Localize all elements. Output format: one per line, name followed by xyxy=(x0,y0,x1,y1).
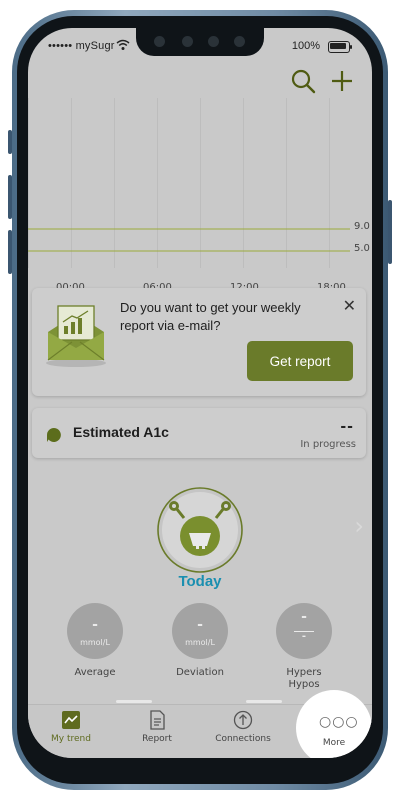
weekly-report-card: Do you want to get your weekly report vi… xyxy=(32,288,366,396)
tab-label: Connections xyxy=(215,734,271,744)
a1c-status: In progress xyxy=(300,439,356,450)
report-icon xyxy=(150,710,165,730)
stat-hypos-value: - xyxy=(301,631,307,642)
carrier-label: •••••• mySugr xyxy=(48,40,115,52)
mysugr-monster-icon[interactable] xyxy=(156,486,244,574)
get-report-button[interactable]: Get report xyxy=(247,341,353,381)
stat-hypers-value: - xyxy=(301,609,307,625)
reference-label-low: 5.0 xyxy=(354,243,370,254)
close-icon[interactable]: ✕ xyxy=(343,296,356,315)
tab-label: My trend xyxy=(51,734,91,744)
camera-dot xyxy=(182,36,193,47)
tab-my-trend[interactable]: My trend xyxy=(28,705,114,758)
a1c-title: Estimated A1c xyxy=(73,424,169,440)
trend-chart-grid xyxy=(28,98,350,268)
stat-hypers-hypos: - - Hypers Hypos xyxy=(274,603,334,691)
today-label: Today xyxy=(178,573,222,590)
scroll-indicator xyxy=(246,700,282,703)
plus-icon[interactable] xyxy=(330,68,354,94)
phone-volume-up xyxy=(8,175,12,219)
camera-notch xyxy=(136,28,264,56)
a1c-value: -- xyxy=(340,419,354,435)
phone-volume-down xyxy=(8,230,12,274)
envelope-report-icon xyxy=(46,305,106,367)
phone-power-button xyxy=(388,200,392,264)
stat-deviation-value: - xyxy=(197,617,203,633)
stat-deviation-label: Deviation xyxy=(176,667,224,678)
app-screen: •••••• mySugr 100% 9.0 5.0 00:00 06:00 1 xyxy=(28,28,372,758)
trend-chart[interactable]: 9.0 5.0 00:00 06:00 12:00 18:00 xyxy=(28,98,372,293)
more-dots-icon[interactable]: ○○○ xyxy=(319,714,359,730)
tab-more[interactable]: More xyxy=(296,738,372,748)
reference-label-high: 9.0 xyxy=(354,221,370,232)
trend-icon xyxy=(62,711,80,729)
camera-dot xyxy=(154,36,165,47)
stat-average: - mmol/L Average xyxy=(65,603,125,679)
chevron-right-icon[interactable]: › xyxy=(354,512,364,540)
stat-hypers-hypos-circle: - - xyxy=(276,603,332,659)
phone-side-button xyxy=(8,130,12,154)
stat-average-value: - xyxy=(92,617,98,633)
battery-percentage: 100% xyxy=(291,40,320,52)
stat-average-unit: mmol/L xyxy=(80,638,110,647)
battery-icon xyxy=(328,41,352,53)
tab-label: Report xyxy=(142,734,172,744)
estimated-a1c-card[interactable]: Estimated A1c -- In progress xyxy=(32,408,366,458)
wifi-icon xyxy=(116,39,130,50)
scroll-indicator xyxy=(116,700,152,703)
camera-dot xyxy=(208,36,219,47)
header-actions xyxy=(276,68,356,98)
stat-deviation-circle: - mmol/L xyxy=(172,603,228,659)
connections-icon xyxy=(233,710,253,730)
stat-deviation-unit: mmol/L xyxy=(185,638,215,647)
stat-hypers-label: Hypers xyxy=(286,667,322,678)
stat-hypos-label: Hypos xyxy=(288,679,320,690)
search-icon[interactable] xyxy=(290,68,316,94)
speech-bubble-icon xyxy=(47,428,61,442)
stat-average-label: Average xyxy=(74,667,116,678)
stat-average-circle: - mmol/L xyxy=(67,603,123,659)
camera-dot xyxy=(234,36,245,47)
stat-deviation: - mmol/L Deviation xyxy=(170,603,230,679)
report-card-message: Do you want to get your weekly report vi… xyxy=(120,300,301,333)
